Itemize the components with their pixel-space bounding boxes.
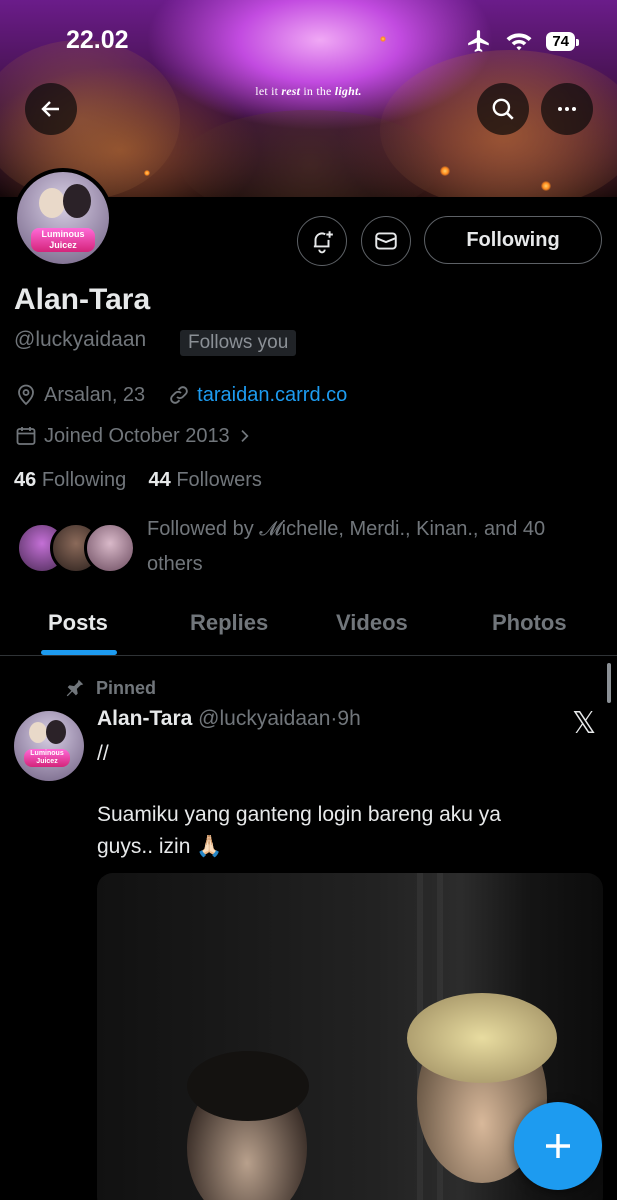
avatar-face <box>39 188 65 218</box>
search-icon <box>492 98 514 120</box>
airplane-mode-icon <box>468 30 490 52</box>
post-author-avatar[interactable]: Luminous Juicez <box>14 711 84 781</box>
more-options-button[interactable] <box>541 83 593 135</box>
photo-hair-right <box>407 993 557 1083</box>
pin-icon <box>66 679 84 697</box>
follow-counts: 46 Following 44 Followers <box>14 469 262 492</box>
tab-posts[interactable]: Posts <box>48 610 108 636</box>
x-logo-icon: 𝕏 <box>572 706 597 741</box>
followers-count-link[interactable]: 44 Followers <box>149 469 262 491</box>
avatar-logo: Luminous Juicez <box>31 228 95 252</box>
location-pin-icon <box>18 384 34 406</box>
search-button[interactable] <box>477 83 529 135</box>
avatar-logo: Luminous Juicez <box>24 749 70 767</box>
tab-replies[interactable]: Replies <box>190 610 268 636</box>
arrow-left-icon <box>41 101 59 117</box>
calendar-icon <box>16 427 36 445</box>
status-time: 22.02 <box>66 26 129 54</box>
tab-videos[interactable]: Videos <box>336 610 408 636</box>
post-author-handle[interactable]: @luckyaidaan <box>198 707 330 730</box>
notifications-button[interactable] <box>297 216 347 266</box>
chevron-right-icon <box>241 430 249 442</box>
follower-avatar[interactable] <box>84 522 136 574</box>
pinned-label: Pinned <box>64 677 156 699</box>
active-tab-indicator <box>41 650 117 655</box>
post-header: Alan-Tara @luckyaidaan·9h <box>97 707 361 730</box>
profile-avatar[interactable]: Luminous Juicez <box>13 168 113 268</box>
plus-icon <box>546 1134 570 1158</box>
website-link[interactable]: taraidan.carrd.co <box>197 384 347 407</box>
post-text-line: Suamiku yang ganteng login bareng aku ya <box>97 803 501 826</box>
battery-indicator: 74 <box>546 31 579 51</box>
photo-hair-left <box>187 1051 309 1121</box>
location-text: Arsalan, 23 <box>44 383 146 406</box>
wifi-icon <box>506 33 532 51</box>
post-author-name[interactable]: Alan-Tara <box>97 707 192 730</box>
profile-name: Alan-Tara <box>14 283 151 316</box>
joined-row[interactable]: Joined October 2013 <box>14 424 258 448</box>
avatar-hair <box>46 720 66 744</box>
post-time: 9h <box>337 707 361 730</box>
compose-button[interactable] <box>514 1102 602 1190</box>
follows-you-badge: Follows you <box>180 330 297 356</box>
banner-firefly <box>380 36 386 42</box>
profile-tabs: Posts Replies Videos Photos <box>0 598 617 656</box>
more-dots-icon <box>558 107 576 111</box>
joined-text: Joined October 2013 <box>44 424 230 447</box>
banner-firefly <box>541 181 551 191</box>
location-row: Arsalan, 23 taraidan.carrd.co <box>14 383 347 407</box>
tab-photos[interactable]: Photos <box>492 610 567 636</box>
profile-handle: @luckyaidaan <box>14 328 147 351</box>
back-button[interactable] <box>25 83 77 135</box>
following-count-link[interactable]: 46 Following <box>14 469 126 491</box>
bell-plus-icon <box>313 231 333 254</box>
status-icons: 74 <box>466 28 579 54</box>
message-button[interactable] <box>361 216 411 266</box>
followed-by-text[interactable]: Followed by 𝓜ichelle, Merdi., Kinan., an… <box>147 512 587 582</box>
banner-firefly <box>440 166 450 176</box>
avatar-hair <box>63 184 91 218</box>
following-button[interactable]: Following <box>424 216 602 264</box>
scrollbar[interactable] <box>607 663 611 703</box>
post-text-line: // <box>97 742 109 765</box>
banner-firefly <box>144 170 150 176</box>
link-icon <box>170 386 188 404</box>
avatar-face <box>29 722 47 743</box>
post-text-line: guys.. izin 🙏🏻 <box>97 835 223 858</box>
envelope-icon <box>375 232 397 250</box>
